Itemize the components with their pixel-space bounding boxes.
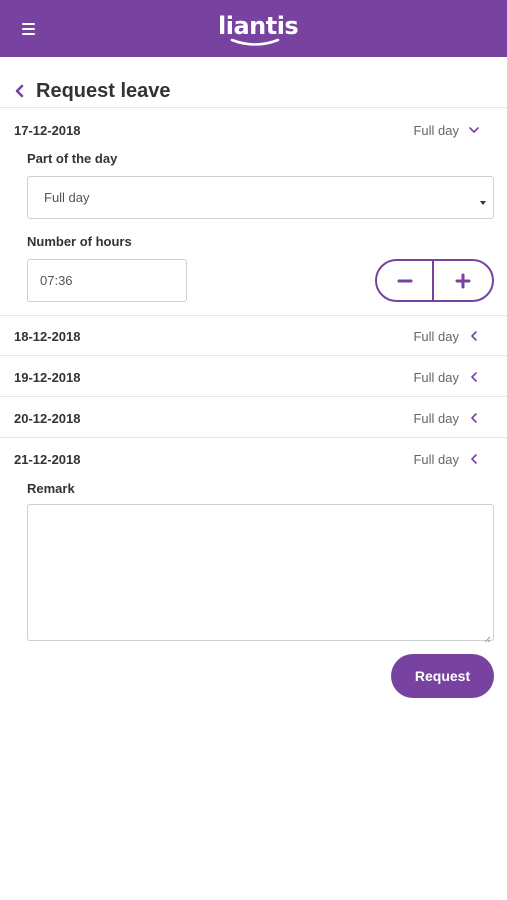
day-row[interactable]: 21-12-2018 Full day [0,439,507,479]
part-of-day-value: Full day [44,190,90,205]
remark-label: Remark [27,481,75,496]
day-part: Full day [413,452,459,467]
chevron-left-icon[interactable] [467,370,481,384]
day-date: 21-12-2018 [14,452,81,467]
day-part: Full day [413,370,459,385]
number-of-hours-label: Number of hours [27,234,132,249]
chevron-left-icon[interactable] [467,452,481,466]
day-date: 17-12-2018 [14,123,81,138]
top-app-bar: liantis [0,0,507,57]
hours-value: 07:36 [40,273,73,288]
resize-grip-icon[interactable] [483,630,491,643]
request-button[interactable]: Request [391,654,494,698]
decrease-button[interactable] [377,261,434,300]
dropdown-caret-icon [479,194,487,205]
hours-stepper [375,259,494,302]
page-title: Request leave [36,80,171,102]
day-row-expanded[interactable]: 17-12-2018 Full day [0,110,507,150]
chevron-left-icon[interactable] [10,80,30,102]
page-header: Request leave [0,72,507,108]
app-logo: liantis [218,11,299,47]
remark-textarea[interactable] [27,504,494,643]
hamburger-icon[interactable] [20,19,38,39]
chevron-left-icon[interactable] [467,411,481,425]
day-part: Full day [413,329,459,344]
day-row[interactable]: 20-12-2018 Full day [0,398,507,438]
hours-input[interactable]: 07:36 [27,259,187,302]
plus-icon [455,273,471,288]
chevron-down-icon[interactable] [467,123,481,137]
part-of-day-select[interactable]: Full day [27,176,494,219]
day-row[interactable]: 19-12-2018 Full day [0,357,507,397]
minus-icon [397,279,412,282]
day-part: Full day [413,411,459,426]
increase-button[interactable] [434,261,492,300]
day-date: 18-12-2018 [14,329,81,344]
day-date: 19-12-2018 [14,370,81,385]
chevron-left-icon[interactable] [467,329,481,343]
day-row[interactable]: 18-12-2018 Full day [0,316,507,356]
day-part: Full day [413,123,459,138]
day-date: 20-12-2018 [14,411,81,426]
part-of-day-label: Part of the day [27,151,118,166]
